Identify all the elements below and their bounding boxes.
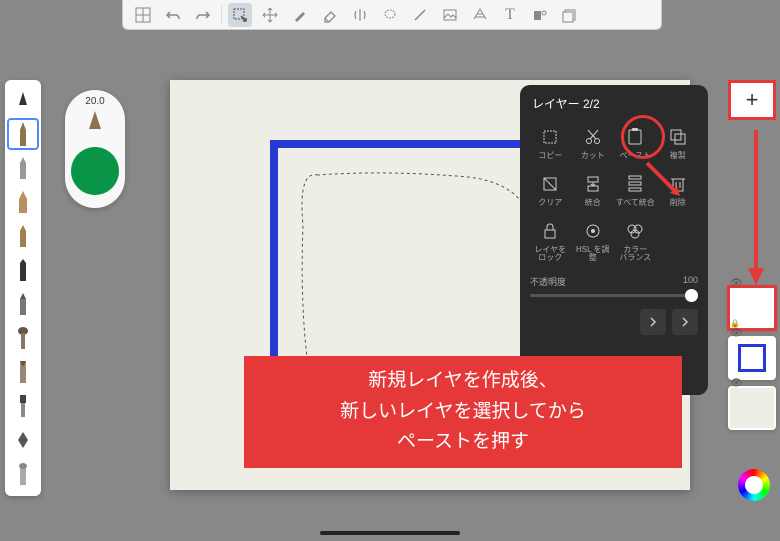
action-clear[interactable]: クリア xyxy=(530,169,571,212)
tool-select[interactable] xyxy=(228,3,252,27)
brush-color-indicator[interactable] xyxy=(71,147,119,195)
opacity-thumb[interactable] xyxy=(685,289,698,302)
opacity-label: 不透明度 xyxy=(530,275,566,288)
visibility-icon[interactable]: 👁 xyxy=(730,378,743,389)
add-layer-button[interactable]: + xyxy=(728,80,776,120)
merge-all-icon xyxy=(624,173,646,195)
brush-tool-4[interactable] xyxy=(7,220,39,252)
brush-tool-11[interactable] xyxy=(7,458,39,490)
brush-tool-1[interactable] xyxy=(7,118,39,150)
brush-size-panel[interactable]: 20.0 xyxy=(65,90,125,208)
instruction-callout: 新規レイヤを作成後、 新しいレイヤを選択してから ペーストを押す xyxy=(244,356,682,468)
brush-header-icon xyxy=(7,84,39,116)
visibility-icon[interactable]: 👁 xyxy=(730,328,743,339)
brush-tool-10[interactable] xyxy=(7,424,39,456)
action-color-balance[interactable]: カラー バランス xyxy=(615,216,656,268)
layer-thumbnails: 👁 🔒 👁 👁 xyxy=(728,286,776,430)
brush-tool-2[interactable] xyxy=(7,152,39,184)
layer-thumb-1[interactable]: 👁 xyxy=(728,336,776,380)
tool-redo[interactable] xyxy=(191,3,215,27)
tool-text[interactable]: T xyxy=(498,3,522,27)
next-layer-button[interactable] xyxy=(672,309,698,335)
lock-icon[interactable]: 🔒 xyxy=(730,319,740,328)
plus-icon: + xyxy=(746,87,759,113)
brush-tool-8[interactable] xyxy=(7,356,39,388)
cut-icon xyxy=(582,126,604,148)
tool-reference[interactable] xyxy=(528,3,552,27)
action-hsl[interactable]: HSL を調整 xyxy=(573,216,614,268)
opacity-slider[interactable] xyxy=(530,294,698,297)
duplicate-icon xyxy=(667,126,689,148)
merge-icon xyxy=(582,173,604,195)
brush-tool-7[interactable] xyxy=(7,322,39,354)
action-merge-all[interactable]: すべて統合 xyxy=(615,169,656,212)
instruction-text: 新規レイヤを作成後、 新しいレイヤを選択してから ペーストを押す xyxy=(340,366,586,457)
tool-gallery[interactable] xyxy=(558,3,582,27)
brush-preview-icon xyxy=(80,109,110,139)
annotation-arrow xyxy=(746,130,766,290)
brush-tool-9[interactable] xyxy=(7,390,39,422)
action-cut[interactable]: カット xyxy=(573,122,614,165)
tool-lasso[interactable] xyxy=(378,3,402,27)
tool-grid[interactable] xyxy=(131,3,155,27)
hsl-icon xyxy=(582,220,604,242)
brush-palette xyxy=(5,80,41,496)
opacity-control[interactable]: 不透明度 100 xyxy=(530,275,698,297)
clear-icon xyxy=(539,173,561,195)
tool-brush[interactable] xyxy=(288,3,312,27)
tool-move[interactable] xyxy=(258,3,282,27)
layer-thumb-bg[interactable]: 👁 xyxy=(728,386,776,430)
separator xyxy=(221,5,222,25)
action-lock[interactable]: レイヤを ロック xyxy=(530,216,571,268)
action-delete[interactable]: 削除 xyxy=(658,169,699,212)
lock-icon xyxy=(539,220,561,242)
top-toolbar: T xyxy=(122,0,662,30)
opacity-value: 100 xyxy=(683,275,698,288)
tool-image[interactable] xyxy=(438,3,462,27)
prev-layer-button[interactable] xyxy=(640,309,666,335)
tool-line[interactable] xyxy=(408,3,432,27)
tool-undo[interactable] xyxy=(161,3,185,27)
visibility-icon[interactable]: 👁 xyxy=(730,278,743,289)
brush-tool-6[interactable] xyxy=(7,288,39,320)
tool-eraser[interactable] xyxy=(318,3,342,27)
action-merge[interactable]: 統合 xyxy=(573,169,614,212)
copy-icon xyxy=(539,126,561,148)
color-picker-button[interactable] xyxy=(738,469,770,501)
action-paste[interactable]: ペースト xyxy=(615,122,656,165)
tool-perspective[interactable] xyxy=(468,3,492,27)
action-copy[interactable]: コピー xyxy=(530,122,571,165)
home-indicator xyxy=(320,531,460,535)
color-balance-icon xyxy=(624,220,646,242)
layer-panel: レイヤー 2/2 コピー カット ペースト 複製 クリア 統合 すべて統合 xyxy=(520,85,708,395)
paste-icon xyxy=(624,126,646,148)
tool-mirror[interactable] xyxy=(348,3,372,27)
brush-tool-3[interactable] xyxy=(7,186,39,218)
action-duplicate[interactable]: 複製 xyxy=(658,122,699,165)
brush-size-value: 20.0 xyxy=(85,96,104,107)
layer-panel-title: レイヤー 2/2 xyxy=(530,95,698,112)
layer-thumb-2[interactable]: 👁 🔒 xyxy=(728,286,776,330)
brush-tool-5[interactable] xyxy=(7,254,39,286)
delete-icon xyxy=(667,173,689,195)
